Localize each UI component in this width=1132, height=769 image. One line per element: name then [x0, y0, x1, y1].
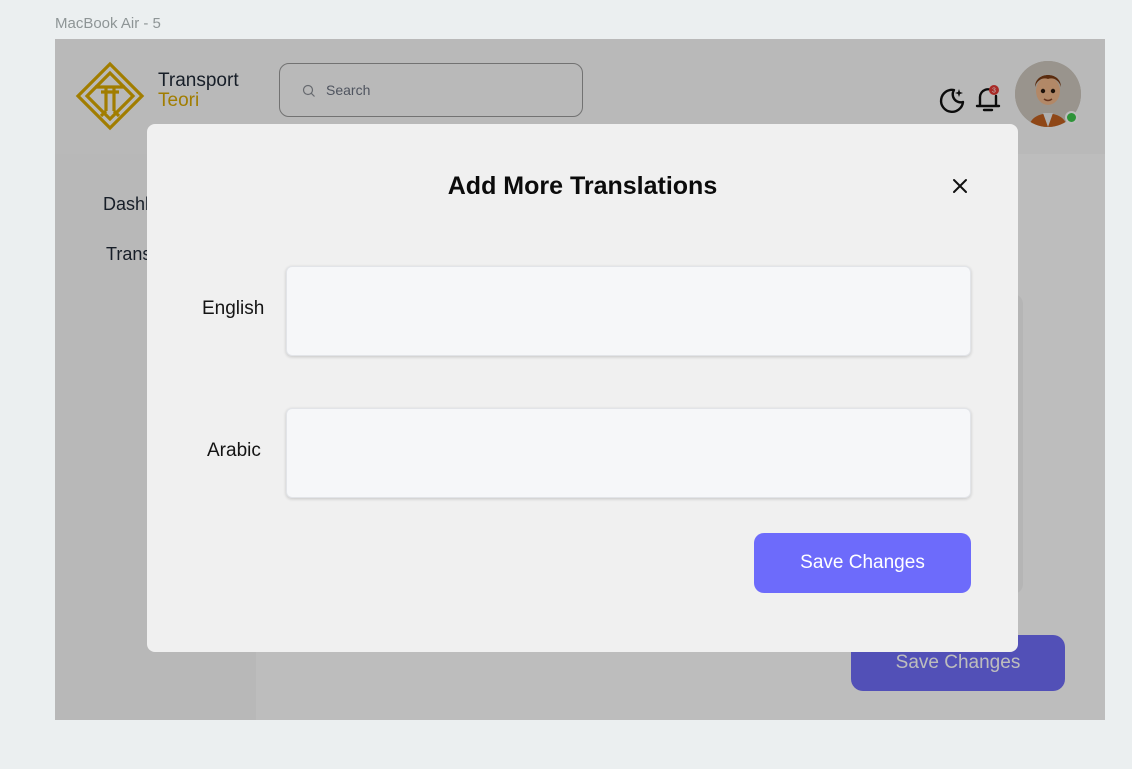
app-frame: Transport Teori Search 3 Save Changes Ad… [55, 39, 1105, 720]
close-icon[interactable] [948, 174, 972, 198]
save-changes-button[interactable]: Save Changes [754, 533, 971, 593]
frame-label: MacBook Air - 5 [55, 15, 161, 32]
english-label: English [202, 298, 265, 319]
english-field[interactable] [286, 266, 971, 356]
add-translations-modal: Add More Translations English Arabic Sav… [147, 124, 1018, 652]
save-changes-label: Save Changes [800, 552, 925, 573]
modal-title: Add More Translations [447, 172, 718, 200]
arabic-label: Arabic [207, 440, 261, 461]
arabic-field[interactable] [286, 408, 971, 498]
